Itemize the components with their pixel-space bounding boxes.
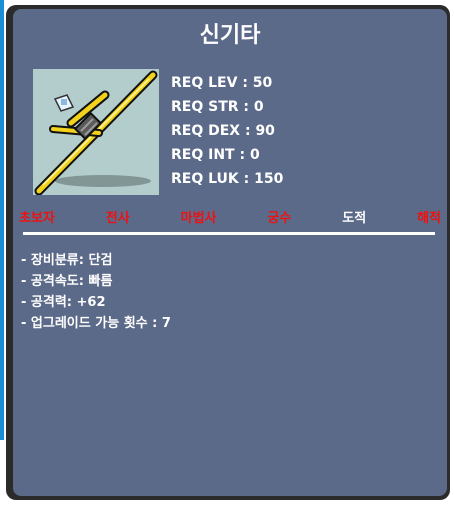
stat-upgrade-slots: - 업그레이드 가능 횟수 : 7 <box>21 316 171 331</box>
job-thief: 도적 <box>342 211 367 226</box>
item-icon-box <box>33 69 159 195</box>
item-stats-list: - 장비분류: 단검 - 공격속도: 빠름 - 공격력: +62 - 업그레이드… <box>21 250 171 334</box>
background-window-edge <box>0 0 4 440</box>
req-level: REQ LEV : 50 <box>171 75 273 91</box>
job-beginner: 초보자 <box>19 211 55 226</box>
job-class-row: 초보자 전사 마법사 궁수 도적 해적 <box>13 207 441 226</box>
divider <box>23 232 435 235</box>
item-tooltip: 신기타 REQ LEV : 50 REQ STR : 0 REQ DEX: 9… <box>13 9 447 496</box>
req-dex: REQ DEX : 90 <box>171 123 275 139</box>
stat-category: - 장비분류: 단검 <box>21 253 113 268</box>
stat-attack-power: - 공격력: +62 <box>21 295 106 310</box>
item-name: 신기타 <box>199 23 261 48</box>
req-int: REQ INT : 0 <box>171 147 260 163</box>
dagger-icon <box>34 70 158 195</box>
job-bowman: 궁수 <box>267 211 292 226</box>
job-pirate: 해적 <box>417 211 441 226</box>
req-str: REQ STR : 0 <box>171 99 264 115</box>
job-warrior: 전사 <box>105 211 130 226</box>
req-luk: REQ LUK : 150 <box>171 171 284 187</box>
stat-attack-speed: - 공격속도: 빠름 <box>21 274 113 289</box>
requirements-list: REQ LEV : 50 REQ STR : 0 REQ DEX : 90 RE… <box>171 71 283 191</box>
job-magician: 마법사 <box>180 211 217 226</box>
